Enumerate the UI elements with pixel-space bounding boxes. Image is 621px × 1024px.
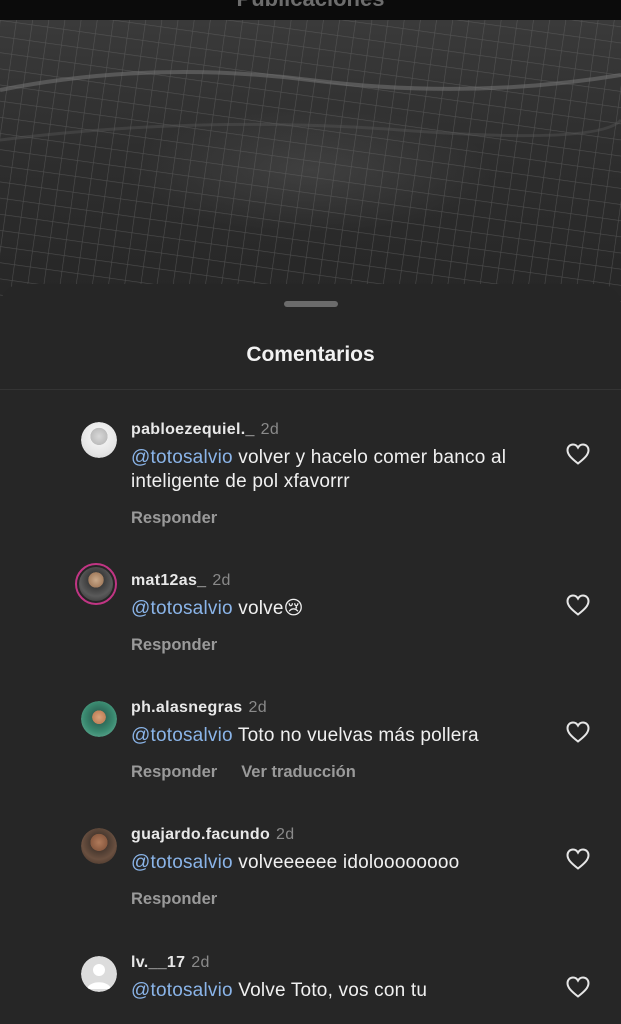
reply-button[interactable]: Responder <box>131 890 217 908</box>
drag-handle[interactable] <box>284 301 338 307</box>
mention-link[interactable]: @totosalvio <box>131 980 233 1001</box>
header-title: Publicaciones <box>0 0 621 12</box>
comment-actions: Responder <box>131 509 217 528</box>
mention-link[interactable]: @totosalvio <box>131 725 233 746</box>
comment-actions: Responder <box>131 890 217 909</box>
comment-text: @totosalvio Toto no vuelvas más pollera <box>131 725 479 746</box>
sheet-title: Comentarios <box>246 343 375 366</box>
reply-button[interactable]: Responder <box>131 636 217 654</box>
comment-actions: Responder <box>131 636 217 655</box>
mention-link[interactable]: @totosalvio <box>131 598 233 619</box>
comment-age: 2d <box>248 699 267 716</box>
heart-icon[interactable] <box>566 721 590 743</box>
comment-text: @totosalvio volve😢 <box>131 598 304 619</box>
comment-age: 2d <box>212 572 231 589</box>
comment-age: 2d <box>260 421 280 438</box>
comments-sheet: Comentarios pabloezequiel._ 2d @totosalvi… <box>0 284 621 1024</box>
username[interactable]: guajardo.facundo 2d <box>131 826 294 844</box>
heart-icon[interactable] <box>566 848 590 870</box>
comment-text: @totosalvio volver y hacelo comer banco … <box>131 447 507 492</box>
avatar[interactable] <box>81 701 117 737</box>
avatar[interactable] <box>81 828 117 864</box>
avatar[interactable] <box>75 563 117 605</box>
reply-button[interactable]: Responder <box>131 763 217 781</box>
default-avatar-icon <box>87 964 111 989</box>
username[interactable]: lv.__17 2d <box>131 954 210 972</box>
comment-text: @totosalvio volveeeeee idoloooooooo <box>131 852 460 873</box>
comment-age: 2d <box>191 954 210 971</box>
username[interactable]: pabloezequiel._ 2d <box>131 421 279 439</box>
heart-icon[interactable] <box>566 976 590 998</box>
translate-button[interactable]: Ver traducción <box>241 763 356 781</box>
goal-net-graphic <box>0 20 621 310</box>
comment-text: @totosalvio Volve Toto, vos con tu <box>131 980 428 1001</box>
comment-age: 2d <box>276 826 295 843</box>
username[interactable]: mat12as_ 2d <box>131 572 231 590</box>
top-bar: Publicaciones <box>0 0 621 20</box>
post-background-photo <box>0 20 621 310</box>
avatar[interactable] <box>81 956 117 992</box>
mention-link[interactable]: @totosalvio <box>131 852 233 873</box>
heart-icon[interactable] <box>566 594 590 616</box>
heart-icon[interactable] <box>566 443 590 465</box>
divider <box>0 389 621 390</box>
mention-link[interactable]: @totosalvio <box>131 447 233 468</box>
username[interactable]: ph.alasnegras 2d <box>131 699 267 717</box>
reply-button[interactable]: Responder <box>131 509 217 527</box>
avatar[interactable] <box>81 422 117 458</box>
comment-actions: Responder Ver traducción <box>131 763 356 782</box>
